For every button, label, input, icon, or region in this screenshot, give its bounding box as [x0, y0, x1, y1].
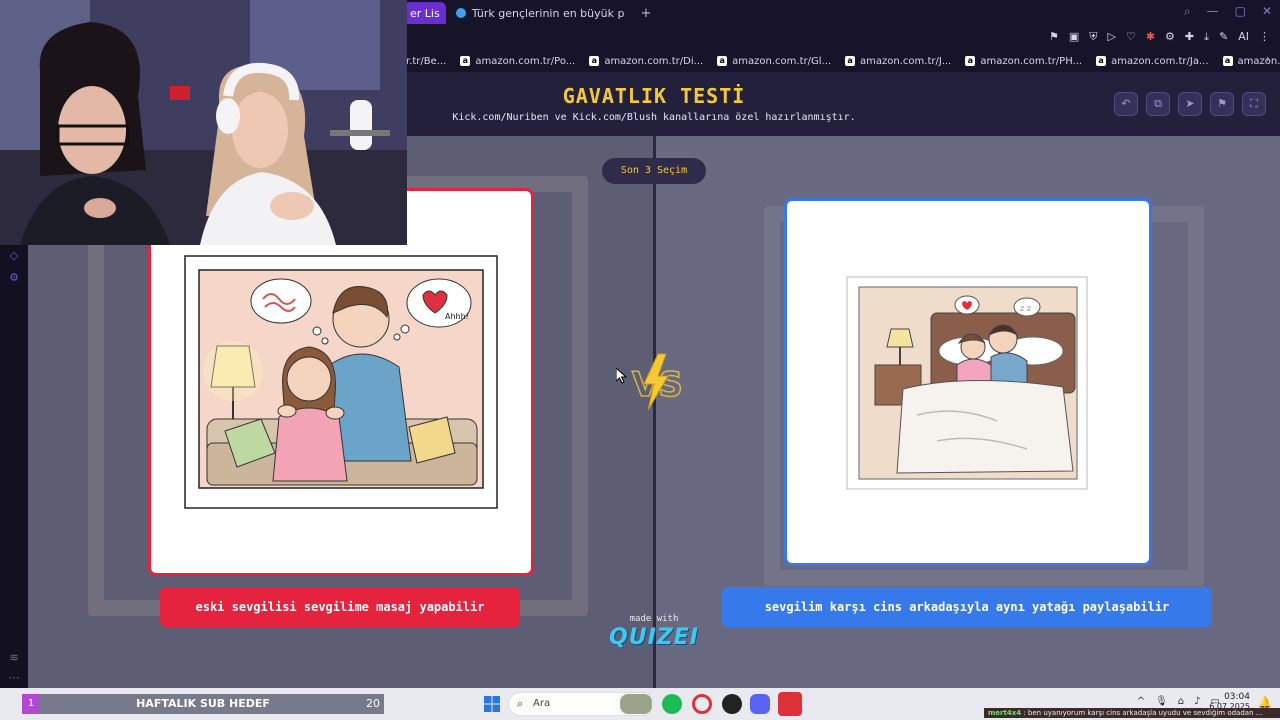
ticker-user: mert4x4: [988, 709, 1022, 717]
clock-time: 03:04: [1224, 692, 1250, 702]
vs-lightning-icon: VS: [631, 353, 684, 411]
webcam-feed: [0, 0, 407, 245]
amazon-icon: a: [845, 56, 856, 66]
report-button[interactable]: ⚑: [1210, 92, 1234, 116]
massage-illustration: Ahhh!: [184, 255, 498, 509]
amazon-icon: a: [589, 56, 600, 66]
amazon-icon: a: [1096, 56, 1107, 66]
bookmark-label: amazon.com.tr/TY...: [1237, 55, 1280, 67]
active-app-icon[interactable]: [778, 692, 802, 716]
amazon-icon: a: [717, 56, 728, 66]
extensions-icon[interactable]: ✚: [1185, 30, 1194, 44]
windows-start-icon[interactable]: [482, 694, 502, 714]
more-icon[interactable]: ⋯: [8, 672, 20, 684]
sub-goal-title: HAFTALIK SUB HEDEF: [136, 697, 270, 710]
bookmark-item[interactable]: a amazon.com.tr/TY...: [1222, 55, 1280, 67]
header-actions: ↶ ⧉ ➤ ⚑ ⛶: [1114, 92, 1266, 116]
ad-block-icon[interactable]: ✱: [1146, 30, 1155, 44]
network-icon[interactable]: ⌂: [1178, 696, 1184, 707]
settings-icon[interactable]: ⚙: [1165, 30, 1175, 44]
bookmark-label: r.tr/Be...: [406, 55, 447, 67]
new-tab-button[interactable]: +: [634, 6, 657, 21]
heart-icon[interactable]: ♡: [1126, 30, 1136, 44]
discord-icon[interactable]: [750, 694, 770, 714]
option-card-right[interactable]: z z: [784, 198, 1152, 566]
microphone-icon[interactable]: 🎙: [1155, 696, 1168, 707]
vs-divider: [653, 136, 656, 688]
sub-goal-target: 20: [366, 697, 380, 710]
chevron-up-icon[interactable]: ^: [1137, 696, 1145, 707]
svg-text:z z: z z: [1020, 304, 1031, 313]
bookmark-item[interactable]: a amazon.com.tr/J...: [845, 56, 951, 67]
shield-icon[interactable]: ⛨: [1089, 30, 1097, 44]
bookmark-item[interactable]: a amazon.com.tr/Ja...: [1096, 55, 1209, 67]
search-tabs-icon[interactable]: ⌕: [1184, 4, 1191, 19]
sub-goal-bar: 1 HAFTALIK SUB HEDEF 20: [22, 694, 384, 714]
bookmark-label: amazon.com.tr/Ja...: [1111, 55, 1209, 67]
bookmark-label: amazon.com.tr/PH...: [980, 55, 1083, 67]
play-icon[interactable]: ▷: [1107, 30, 1115, 44]
download-icon[interactable]: ⤓: [1204, 30, 1209, 44]
quizei-logo[interactable]: QUIZEI: [602, 625, 706, 650]
bookmark-label: amazon.com.tr/Po...: [475, 55, 576, 67]
made-with-text: made with: [629, 614, 679, 624]
volume-icon[interactable]: ♪: [1194, 696, 1200, 707]
option-card-left[interactable]: Ahhh!: [148, 188, 534, 576]
pinned-site-icon[interactable]: ◇: [8, 250, 20, 262]
obs-icon[interactable]: [722, 694, 742, 714]
site-favicon-icon: [455, 8, 466, 18]
bookmark-label: amazon.com.tr/Gl...: [732, 55, 832, 67]
amazon-icon: a: [1222, 56, 1233, 66]
snapshot-icon[interactable]: ▣: [1069, 30, 1079, 44]
amazon-icon: a: [965, 56, 976, 66]
maximize-icon[interactable]: ▢: [1235, 4, 1246, 19]
bookmark-item[interactable]: a amazon.com.tr/PH...: [965, 56, 1082, 67]
spotify-icon[interactable]: [662, 694, 682, 714]
system-tray: ^ 🎙 ⌂ ♪ ▭: [1137, 696, 1220, 707]
tab-label: er Lis: [410, 6, 440, 20]
webcam-overlay: [0, 0, 407, 245]
menu-icon[interactable]: ⋮: [1259, 30, 1270, 44]
gear-icon[interactable]: ⚙: [8, 272, 20, 284]
bookmark-label: amazon.com.tr/Di...: [604, 55, 704, 67]
bookmark-item[interactable]: a amazon.com.tr/Di...: [589, 56, 703, 67]
search-placeholder: Ara: [533, 698, 551, 709]
edit-icon[interactable]: ✎: [1219, 30, 1228, 44]
screen: er Lis Türk gençlerinin en büyük p + ⌕ —…: [0, 0, 1280, 720]
bookmark-label: amazon.com.tr/J...: [860, 55, 952, 67]
copy-button[interactable]: ⧉: [1146, 92, 1170, 116]
extension-icons: ⚑ ▣ ⛨ ▷ ♡ ✱ ⚙ ✚ ⤓ ✎ AI ⋮: [1049, 30, 1270, 44]
round-badge: Son 3 Seçim: [602, 158, 706, 184]
bookmark-item[interactable]: a amazon.com.tr/Gl...: [717, 56, 831, 67]
window-controls: ⌕ — ▢ ✕: [1184, 4, 1272, 19]
option-label-right[interactable]: sevgilim karşı cins arkadaşıyla aynı yat…: [722, 587, 1212, 627]
fullscreen-button[interactable]: ⛶: [1242, 92, 1266, 116]
option-label-left[interactable]: eski sevgilisi sevgilime masaj yapabilir: [160, 587, 520, 627]
undo-button[interactable]: ↶: [1114, 92, 1138, 116]
ai-button[interactable]: AI: [1238, 30, 1249, 44]
gx-icon[interactable]: ≋: [8, 652, 20, 664]
search-icon: ⌕: [517, 697, 524, 710]
share-button[interactable]: ➤: [1178, 92, 1202, 116]
widget-icon[interactable]: [620, 694, 652, 714]
ticker-message: : ben uyanıyorum karşı cins arkadaşla uy…: [1023, 709, 1263, 717]
bookmark-icon[interactable]: ⚑: [1049, 30, 1059, 44]
tab-turk-gencler[interactable]: Türk gençlerinin en büyük p: [446, 2, 635, 24]
minimize-icon[interactable]: —: [1207, 4, 1219, 19]
tab-label: Türk gençlerinin en büyük p: [471, 6, 625, 20]
bookmark-item[interactable]: r.tr/Be...: [406, 56, 446, 67]
more-bookmarks-icon[interactable]: ›: [1266, 54, 1270, 65]
chat-ticker: mert4x4 : ben uyanıyorum karşı cins arka…: [984, 708, 1280, 718]
speech-bubble-text: Ahhh!: [445, 312, 469, 321]
mouse-cursor-icon: [616, 368, 628, 384]
bed-sharing-illustration: z z: [846, 276, 1088, 490]
close-icon[interactable]: ✕: [1262, 4, 1272, 19]
os-taskbar: 1 HAFTALIK SUB HEDEF 20 ⌕ Ara ^ 🎙 ⌂ ♪ ▭: [0, 688, 1280, 720]
opera-gx-icon[interactable]: [692, 694, 712, 714]
tab-active[interactable]: er Lis: [404, 2, 446, 24]
amazon-icon: a: [460, 56, 471, 66]
bookmark-item[interactable]: a amazon.com.tr/Po...: [460, 56, 575, 67]
